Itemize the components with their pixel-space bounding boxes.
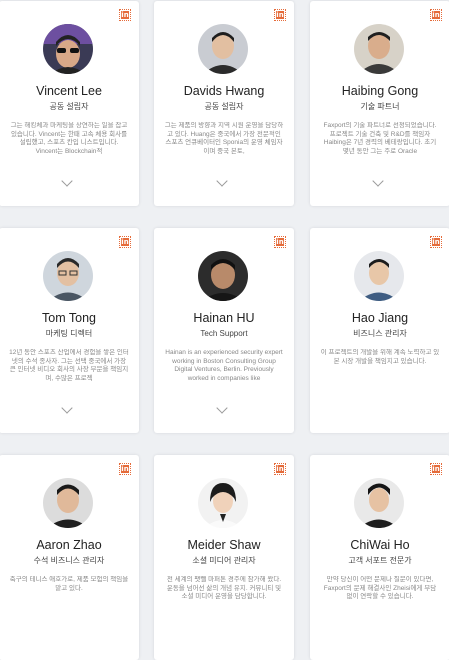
- avatar: [43, 24, 93, 74]
- member-name: Meider Shaw: [187, 538, 261, 552]
- member-name: Vincent Lee: [36, 84, 102, 98]
- team-card: in Haibing Gong 기술 파트너 Faxport의 기술 파트너로 …: [310, 1, 449, 206]
- linkedin-icon[interactable]: in: [119, 463, 131, 475]
- member-bio: 축구의 테니스 애호가로, 제품 모험의 책임을 맡고 있다.: [9, 576, 129, 592]
- member-name: ChiWai Ho: [350, 538, 410, 552]
- member-role: Tech Support: [200, 329, 248, 338]
- team-card: in Hao Jiang 비즈니스 관리자 이 프로젝트의 개발을 위해 계속 …: [310, 228, 449, 433]
- member-name: Davids Hwang: [183, 84, 265, 98]
- member-role: 마케팅 디렉터: [45, 329, 93, 338]
- member-bio: 그는 제품의 방향과 지역 시원 운영을 담당하고 있다. Huang은 중국에…: [164, 122, 284, 155]
- linkedin-icon[interactable]: in: [430, 236, 442, 248]
- member-name: Aaron Zhao: [36, 538, 102, 552]
- chevron-down-icon[interactable]: [216, 402, 228, 414]
- avatar: [43, 478, 93, 528]
- member-role: 공동 설립자: [49, 102, 89, 111]
- member-role: 기술 파트너: [360, 102, 400, 111]
- member-bio: Faxport의 기술 파트너로 선정되었습니다. 프로젝트 기술 건축 및 R…: [323, 122, 437, 155]
- chevron-down-icon[interactable]: [61, 402, 73, 414]
- team-card: in Hainan HU Tech Support Hainan is an e…: [154, 228, 294, 433]
- member-bio: 전 세계의 팻뺄 마퍼톤 경주에 참가해 왔다. 운동을 넘어선 삶의 개념 유…: [166, 576, 282, 601]
- member-bio: 12년 동안 스포츠 산업에서 경험을 쌓은 인터넷의 수석 종사자. 그는 선…: [9, 349, 129, 382]
- linkedin-icon[interactable]: in: [274, 236, 286, 248]
- member-role: 공동 설립자: [204, 102, 244, 111]
- member-bio: 만약 당신이 어떤 문제나 질문이 있다면, Faxport의 문제 해결사인 …: [323, 576, 437, 601]
- avatar: [198, 478, 248, 528]
- avatar: [354, 478, 404, 528]
- linkedin-icon[interactable]: in: [430, 463, 442, 475]
- team-card: in Aaron Zhao 수석 비즈니스 관리자 축구의 테니스 애호가로, …: [0, 455, 139, 660]
- linkedin-icon[interactable]: in: [119, 236, 131, 248]
- member-name: Haibing Gong: [341, 84, 419, 98]
- avatar: [354, 24, 404, 74]
- team-card: in Meider Shaw 소셜 미디어 관리자 전 세계의 팻뺄 마퍼톤 경…: [154, 455, 294, 660]
- member-bio: Hainan is an experienced security expert…: [165, 349, 283, 382]
- linkedin-icon[interactable]: in: [430, 9, 442, 21]
- member-role: 소셜 미디어 관리자: [192, 556, 256, 565]
- linkedin-icon[interactable]: in: [119, 9, 131, 21]
- avatar: [198, 251, 248, 301]
- member-bio: 그는 해킹체과 마케팅을 상연하는 일을 잡고 있습니다. Vincent는 한…: [10, 122, 128, 155]
- team-card: in Davids Hwang 공동 설립자 그는 제품의 방향과 지역 시원 …: [154, 1, 294, 206]
- member-bio: 이 프로젝트의 개발을 위해 계속 노력하고 있본 시장 개발을 책임지고 있습…: [320, 349, 440, 365]
- member-role: 수석 비즈니스 관리자: [33, 556, 105, 565]
- team-card: in Tom Tong 마케팅 디렉터 12년 동안 스포츠 산업에서 경험을 …: [0, 228, 139, 433]
- linkedin-icon[interactable]: in: [274, 9, 286, 21]
- chevron-down-icon[interactable]: [372, 175, 384, 187]
- member-name: Tom Tong: [42, 311, 96, 325]
- member-role: 고객 서포트 전문가: [348, 556, 412, 565]
- linkedin-icon[interactable]: in: [274, 463, 286, 475]
- team-card: in ChiWai Ho 고객 서포트 전문가 만약 당신이 어떤 문제나 질문…: [310, 455, 449, 660]
- avatar: [198, 24, 248, 74]
- team-card: in Vincent Lee 공동 설립자 그는 해킹체과 마케팅을 상연하는 …: [0, 1, 139, 206]
- chevron-down-icon[interactable]: [61, 175, 73, 187]
- avatar: [43, 251, 93, 301]
- member-name: Hainan HU: [193, 311, 255, 325]
- chevron-down-icon[interactable]: [216, 175, 228, 187]
- avatar: [354, 251, 404, 301]
- member-role: 비즈니스 관리자: [353, 329, 407, 338]
- member-name: Hao Jiang: [351, 311, 409, 325]
